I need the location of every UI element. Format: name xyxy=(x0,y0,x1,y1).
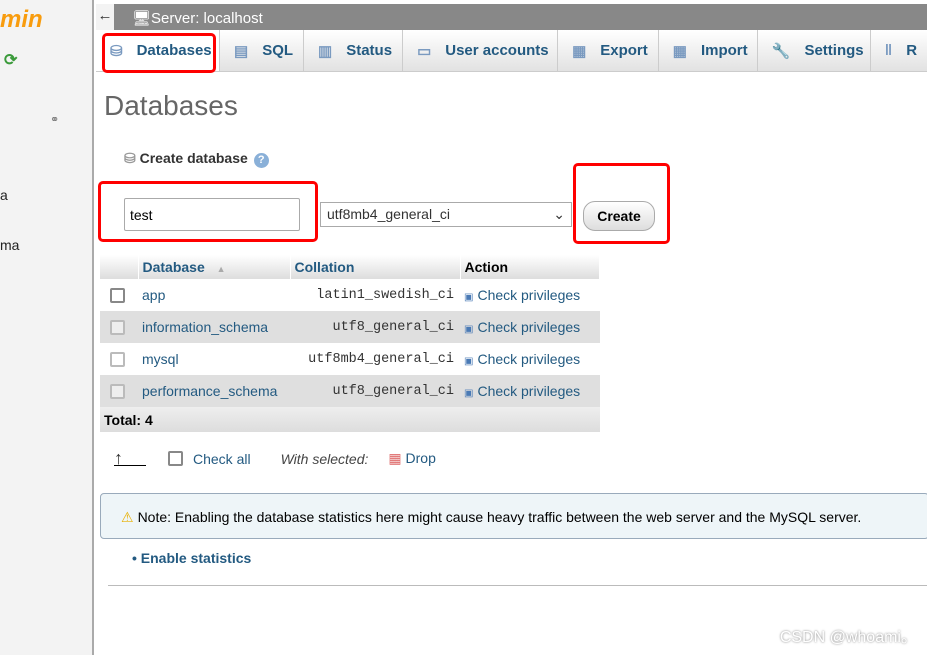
wrench-icon: 🔧 xyxy=(771,42,791,60)
main-tabs: ⛁ Databases ▤ SQL ▥ Status ▭ User accounts ▦… xyxy=(96,30,927,72)
tab-user-accounts[interactable]: ▭ User accounts xyxy=(403,30,559,71)
check-all-checkbox[interactable] xyxy=(168,451,183,466)
page-title: Databases xyxy=(104,90,238,121)
row-checkbox[interactable] xyxy=(110,352,125,368)
divider xyxy=(108,585,927,586)
row-checkbox[interactable] xyxy=(110,288,125,304)
drop-icon: ▦ xyxy=(388,450,402,466)
check-all-link[interactable]: Check all xyxy=(193,451,251,467)
server-icon: 🖥 xyxy=(132,10,152,27)
breadcrumb-bar: ← 🖥Server: localhost xyxy=(96,4,927,30)
replication-icon: ‖ xyxy=(884,42,893,59)
tab-sql[interactable]: ▤ SQL xyxy=(220,30,305,71)
sidebar-db-item[interactable]: ma xyxy=(0,237,19,253)
table-row: app latin1_swedish_ci ▣ Check privileges xyxy=(100,279,600,311)
tab-import[interactable]: ▦ Import xyxy=(659,30,758,71)
highlight-box xyxy=(98,181,318,242)
status-icon: ▥ xyxy=(318,42,333,60)
collation-select[interactable]: utf8mb4_general_ci ⌄ xyxy=(320,202,572,227)
collation-value: utf8_general_ci xyxy=(290,375,460,407)
row-checkbox[interactable] xyxy=(110,384,125,400)
column-header-collation[interactable]: Collation xyxy=(290,255,461,279)
collapse-button[interactable]: ← xyxy=(96,4,114,30)
collation-value: latin1_swedish_ci xyxy=(316,287,454,303)
enable-statistics-link[interactable]: Enable statistics xyxy=(141,550,252,566)
database-link[interactable]: mysql xyxy=(142,351,179,367)
collation-value: utf8mb4_general_ci xyxy=(308,351,454,367)
privileges-icon: ▣ xyxy=(464,292,474,303)
privileges-icon: ▣ xyxy=(464,388,474,399)
column-header-database[interactable]: Database ▲ xyxy=(138,255,291,279)
navigation-sidebar: min ⟳ ⚭ a ma xyxy=(0,0,94,655)
row-checkbox[interactable] xyxy=(110,320,125,336)
arrow-up-left-icon: ↑ xyxy=(114,449,146,467)
enable-statistics-item: • Enable statistics xyxy=(132,550,252,566)
server-breadcrumb[interactable]: 🖥Server: localhost xyxy=(132,9,263,27)
help-icon[interactable]: ? xyxy=(253,153,269,168)
check-privileges-link[interactable]: ▣ Check privileges xyxy=(464,351,580,367)
check-privileges-link[interactable]: ▣ Check privileges xyxy=(464,319,580,335)
sort-asc-icon: ▲ xyxy=(216,264,226,274)
users-icon: ▭ xyxy=(417,42,432,60)
tab-status[interactable]: ▥ Status xyxy=(304,30,404,71)
bulk-actions: ↑ Check all With selected: ▦ Drop xyxy=(114,449,436,467)
database-link[interactable]: performance_schema xyxy=(142,383,277,399)
create-database-label: ⛁ Create database? xyxy=(124,150,269,168)
chevron-down-icon: ⌄ xyxy=(553,206,565,222)
check-privileges-link[interactable]: ▣ Check privileges xyxy=(464,383,580,399)
sidebar-db-item[interactable]: a xyxy=(0,187,8,203)
database-add-icon: ⛁ xyxy=(124,150,136,166)
statistics-note: ⚠ Note: Enabling the database statistics … xyxy=(100,493,927,539)
table-row: information_schema utf8_general_ci ▣ Check … xyxy=(100,311,600,343)
link-icon[interactable]: ⚭ xyxy=(50,113,59,126)
watermark: CSDN @whoami。 xyxy=(779,629,917,646)
tab-export[interactable]: ▦ Export xyxy=(558,30,659,71)
reload-icon[interactable]: ⟳ xyxy=(4,50,17,70)
column-header-action: Action xyxy=(460,255,600,279)
check-privileges-link[interactable]: ▣ Check privileges xyxy=(464,287,580,303)
databases-table: Database ▲ Collation Action app latin1_sw… xyxy=(100,255,600,432)
drop-button[interactable]: ▦ Drop xyxy=(388,450,435,467)
database-link[interactable]: app xyxy=(142,287,165,303)
logo: min xyxy=(0,6,43,33)
table-row: performance_schema utf8_general_ci ▣ Check … xyxy=(100,375,600,407)
with-selected-label: With selected: xyxy=(280,450,369,467)
export-icon: ▦ xyxy=(572,42,587,60)
privileges-icon: ▣ xyxy=(464,356,474,367)
tab-settings[interactable]: 🔧 Settings xyxy=(758,30,871,71)
collation-value: utf8_general_ci xyxy=(290,311,460,343)
sql-icon: ▤ xyxy=(234,42,249,60)
privileges-icon: ▣ xyxy=(464,324,474,335)
highlight-box xyxy=(573,163,670,244)
warning-icon: ⚠ xyxy=(121,509,134,525)
database-link[interactable]: information_schema xyxy=(142,319,268,335)
tab-replication[interactable]: ‖ R xyxy=(871,30,927,71)
table-row: mysql utf8mb4_general_ci ▣ Check privileges xyxy=(100,343,600,375)
total-row: Total: 4 xyxy=(100,407,600,432)
import-icon: ▦ xyxy=(672,42,687,60)
highlight-box xyxy=(102,33,216,73)
